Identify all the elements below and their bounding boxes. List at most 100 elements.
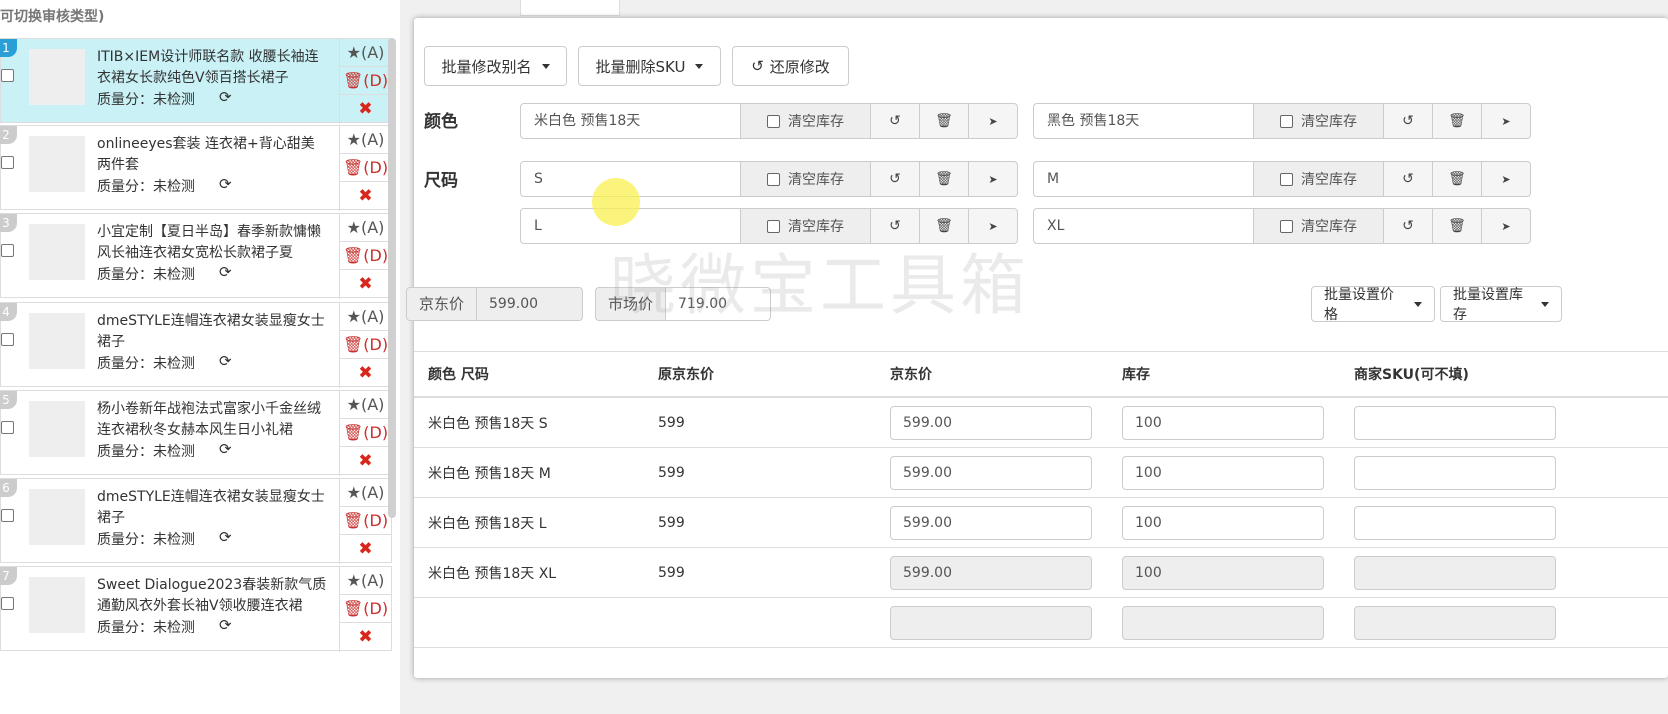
jd-price-field[interactable]: 599.00 bbox=[890, 556, 1092, 590]
jd-price-field[interactable]: 599.00 bbox=[890, 506, 1092, 540]
product-list-item[interactable]: 7 Sweet Dialogue2023春装新款气质通勤风衣外套长袖V领收腰连衣裙… bbox=[0, 566, 392, 652]
close-icon[interactable]: ✖ bbox=[340, 182, 391, 210]
market-price-input[interactable]: 719.00 bbox=[666, 287, 772, 321]
table-field[interactable] bbox=[890, 606, 1092, 640]
refresh-icon[interactable]: ⟳ bbox=[219, 263, 232, 281]
batch-set-stock-button[interactable]: 批量设置库存 bbox=[1440, 286, 1562, 323]
undo-icon[interactable]: ↺ bbox=[1384, 103, 1433, 139]
jd-price-field[interactable]: 599.00 bbox=[890, 456, 1092, 490]
star-approve-button[interactable]: ★(A) bbox=[340, 567, 391, 595]
stock-field[interactable]: 100 bbox=[1122, 406, 1324, 440]
batch-delete-sku-button[interactable]: 批量删除SKU bbox=[578, 46, 721, 86]
item-checkbox[interactable] bbox=[1, 333, 14, 346]
product-title[interactable]: onlineeyes套装 连衣裙+背心甜美两件套 bbox=[97, 134, 327, 176]
delete-button[interactable]: 🗑(D) bbox=[340, 67, 391, 95]
undo-icon[interactable]: ↺ bbox=[871, 208, 920, 244]
merchant-sku-field[interactable] bbox=[1354, 556, 1556, 590]
item-checkbox[interactable] bbox=[1, 156, 14, 169]
color-value-input[interactable]: 米白色 预售18天 bbox=[520, 103, 741, 139]
close-icon[interactable]: ✖ bbox=[340, 95, 391, 123]
item-checkbox[interactable] bbox=[1, 421, 14, 434]
clear-stock-checkbox[interactable] bbox=[1280, 114, 1293, 128]
stock-field[interactable]: 100 bbox=[1122, 456, 1324, 490]
delete-button[interactable]: 🗑(D) bbox=[340, 419, 391, 447]
product-title[interactable]: dmeSTYLE连帽连衣裙女装显瘦女士裙子 bbox=[97, 311, 327, 353]
clear-stock-toggle[interactable]: 清空库存 bbox=[1254, 103, 1384, 139]
close-icon[interactable]: ✖ bbox=[340, 535, 391, 563]
clear-stock-checkbox[interactable] bbox=[767, 172, 780, 186]
clear-stock-checkbox[interactable] bbox=[767, 219, 780, 233]
refresh-icon[interactable]: ⟳ bbox=[219, 352, 232, 370]
top-tab[interactable] bbox=[520, 0, 620, 16]
delete-button[interactable]: 🗑(D) bbox=[340, 595, 391, 623]
product-title[interactable]: 杨小卷新年战袍法式富家小千金丝绒连衣裙秋冬女赫本风生日小礼裙 bbox=[97, 399, 327, 441]
undo-icon[interactable]: ↺ bbox=[1384, 208, 1433, 244]
clear-stock-checkbox[interactable] bbox=[1280, 172, 1293, 186]
table-field[interactable] bbox=[1354, 606, 1556, 640]
item-checkbox[interactable] bbox=[1, 244, 14, 257]
product-title[interactable]: ITIB×IEM设计师联名款 收腰长袖连衣裙女长款纯色V领百搭长裙子 bbox=[97, 47, 327, 89]
product-list-item[interactable]: 3 小宜定制【夏日半岛】春季新款慵懒风长袖连衣裙女宽松长款裙子夏 质量分：未检测 ⟳ ★… bbox=[0, 213, 392, 299]
size-value-input[interactable]: XL bbox=[1033, 208, 1254, 244]
clear-stock-toggle[interactable]: 清空库存 bbox=[1254, 208, 1384, 244]
clear-stock-checkbox[interactable] bbox=[1280, 219, 1293, 233]
stock-field[interactable]: 100 bbox=[1122, 556, 1324, 590]
product-title[interactable]: Sweet Dialogue2023春装新款气质通勤风衣外套长袖V领收腰连衣裙 bbox=[97, 575, 327, 617]
jd-price-input[interactable]: 599.00 bbox=[477, 287, 584, 321]
item-checkbox[interactable] bbox=[1, 597, 14, 610]
item-checkbox[interactable] bbox=[1, 69, 14, 82]
merchant-sku-field[interactable] bbox=[1354, 506, 1556, 540]
trash-icon[interactable]: 🗑 bbox=[1433, 103, 1482, 139]
star-approve-button[interactable]: ★(A) bbox=[340, 303, 391, 331]
product-list-item[interactable]: 4 dmeSTYLE连帽连衣裙女装显瘦女士裙子 质量分：未检测 ⟳ ★(A) 🗑(D) ✖ bbox=[0, 302, 392, 388]
product-list-item[interactable]: 1 ITIB×IEM设计师联名款 收腰长袖连衣裙女长款纯色V领百搭长裙子 质量分：未… bbox=[0, 38, 392, 124]
stock-field[interactable]: 100 bbox=[1122, 506, 1324, 540]
refresh-icon[interactable]: ⟳ bbox=[219, 175, 232, 193]
product-title[interactable]: 小宜定制【夏日半岛】春季新款慵懒风长袖连衣裙女宽松长款裙子夏 bbox=[97, 222, 327, 264]
undo-icon[interactable]: ↺ bbox=[871, 103, 920, 139]
star-approve-button[interactable]: ★(A) bbox=[340, 39, 391, 67]
locate-arrow-icon[interactable]: ➤ bbox=[1482, 103, 1531, 139]
product-list-item[interactable]: 6 dmeSTYLE连帽连衣裙女装显瘦女士裙子 质量分：未检测 ⟳ ★(A) 🗑(D) ✖ bbox=[0, 478, 392, 564]
jd-price-field[interactable]: 599.00 bbox=[890, 406, 1092, 440]
clear-stock-toggle[interactable]: 清空库存 bbox=[741, 208, 871, 244]
locate-arrow-icon[interactable]: ➤ bbox=[969, 103, 1018, 139]
star-approve-button[interactable]: ★(A) bbox=[340, 126, 391, 154]
close-icon[interactable]: ✖ bbox=[340, 359, 391, 387]
delete-button[interactable]: 🗑(D) bbox=[340, 242, 391, 270]
trash-icon[interactable]: 🗑 bbox=[920, 103, 969, 139]
sidebar-scrollbar[interactable] bbox=[388, 38, 396, 518]
clear-stock-toggle[interactable]: 清空库存 bbox=[741, 103, 871, 139]
refresh-icon[interactable]: ⟳ bbox=[219, 88, 232, 106]
star-approve-button[interactable]: ★(A) bbox=[340, 391, 391, 419]
locate-arrow-icon[interactable]: ➤ bbox=[1482, 208, 1531, 244]
batch-set-price-button[interactable]: 批量设置价格 bbox=[1311, 286, 1435, 323]
delete-button[interactable]: 🗑(D) bbox=[340, 507, 391, 535]
delete-button[interactable]: 🗑(D) bbox=[340, 154, 391, 182]
locate-arrow-icon[interactable]: ➤ bbox=[1482, 161, 1531, 197]
trash-icon[interactable]: 🗑 bbox=[920, 208, 969, 244]
trash-icon[interactable]: 🗑 bbox=[1433, 161, 1482, 197]
trash-icon[interactable]: 🗑 bbox=[1433, 208, 1482, 244]
undo-icon[interactable]: ↺ bbox=[871, 161, 920, 197]
star-approve-button[interactable]: ★(A) bbox=[340, 214, 391, 242]
item-checkbox[interactable] bbox=[1, 509, 14, 522]
clear-stock-toggle[interactable]: 清空库存 bbox=[741, 161, 871, 197]
locate-arrow-icon[interactable]: ➤ bbox=[969, 161, 1018, 197]
close-icon[interactable]: ✖ bbox=[340, 447, 391, 475]
close-icon[interactable]: ✖ bbox=[340, 270, 391, 298]
refresh-icon[interactable]: ⟳ bbox=[219, 440, 232, 458]
color-value-input[interactable]: 黑色 预售18天 bbox=[1033, 103, 1254, 139]
trash-icon[interactable]: 🗑 bbox=[920, 161, 969, 197]
product-title[interactable]: dmeSTYLE连帽连衣裙女装显瘦女士裙子 bbox=[97, 487, 327, 529]
locate-arrow-icon[interactable]: ➤ bbox=[969, 208, 1018, 244]
star-approve-button[interactable]: ★(A) bbox=[340, 479, 391, 507]
merchant-sku-field[interactable] bbox=[1354, 406, 1556, 440]
delete-button[interactable]: 🗑(D) bbox=[340, 331, 391, 359]
product-list-item[interactable]: 2 onlineeyes套装 连衣裙+背心甜美两件套 质量分：未检测 ⟳ ★(A) 🗑(D… bbox=[0, 125, 392, 211]
batch-rename-button[interactable]: 批量修改别名 bbox=[424, 46, 567, 86]
merchant-sku-field[interactable] bbox=[1354, 456, 1556, 490]
restore-button[interactable]: ↺ 还原修改 bbox=[732, 46, 849, 86]
clear-stock-toggle[interactable]: 清空库存 bbox=[1254, 161, 1384, 197]
undo-icon[interactable]: ↺ bbox=[1384, 161, 1433, 197]
